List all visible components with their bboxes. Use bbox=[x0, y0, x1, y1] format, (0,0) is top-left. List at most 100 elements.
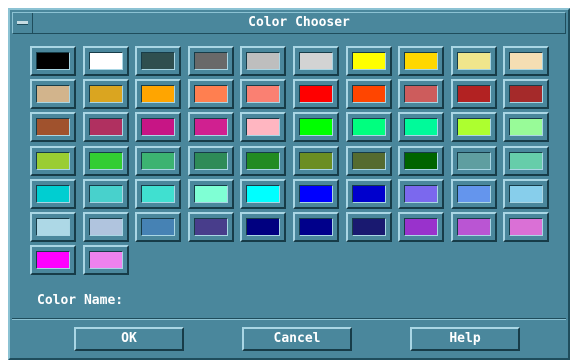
color-swatch-fill bbox=[351, 218, 386, 236]
color-swatch[interactable] bbox=[398, 145, 445, 176]
color-swatch[interactable] bbox=[450, 145, 497, 176]
window-menu-icon bbox=[17, 21, 28, 25]
color-swatch-fill bbox=[141, 85, 176, 104]
color-swatch-fill bbox=[351, 85, 386, 104]
color-swatch-fill bbox=[509, 52, 544, 70]
title-bar[interactable]: Color Chooser bbox=[12, 12, 566, 34]
color-chooser-window: Color Chooser Color Name: OK Cancel Help bbox=[8, 8, 570, 360]
color-swatch[interactable] bbox=[398, 178, 445, 209]
color-swatch-fill bbox=[299, 151, 333, 170]
window-menu-button[interactable] bbox=[13, 13, 33, 33]
color-swatch-fill bbox=[36, 151, 70, 170]
color-swatch-fill bbox=[456, 184, 491, 203]
color-swatch-fill bbox=[351, 52, 386, 70]
color-swatch-fill bbox=[299, 118, 333, 137]
color-swatch[interactable] bbox=[293, 112, 339, 143]
color-swatch[interactable] bbox=[240, 79, 287, 110]
color-swatch[interactable] bbox=[398, 212, 445, 242]
color-swatch[interactable] bbox=[293, 46, 339, 76]
color-swatch[interactable] bbox=[135, 178, 182, 209]
color-swatch[interactable] bbox=[345, 212, 392, 242]
color-swatch[interactable] bbox=[240, 46, 287, 76]
color-swatch[interactable] bbox=[82, 79, 129, 110]
color-swatch-fill bbox=[193, 151, 228, 170]
color-swatch-fill bbox=[36, 251, 70, 270]
color-swatch-fill bbox=[36, 218, 70, 236]
color-swatch-fill bbox=[141, 218, 176, 236]
color-swatch[interactable] bbox=[30, 212, 76, 242]
color-swatch-fill bbox=[141, 118, 176, 137]
color-swatch[interactable] bbox=[293, 145, 339, 176]
color-swatch[interactable] bbox=[503, 46, 550, 76]
color-swatch[interactable] bbox=[135, 46, 182, 76]
color-swatch-fill bbox=[456, 118, 491, 137]
color-swatch[interactable] bbox=[293, 212, 339, 242]
color-swatch-fill bbox=[299, 52, 333, 70]
color-swatch[interactable] bbox=[82, 46, 129, 76]
color-swatch-fill bbox=[456, 218, 491, 236]
color-swatch[interactable] bbox=[293, 178, 339, 209]
color-swatch[interactable] bbox=[135, 145, 182, 176]
color-swatch[interactable] bbox=[240, 212, 287, 242]
color-swatch[interactable] bbox=[187, 178, 234, 209]
color-swatch[interactable] bbox=[135, 79, 182, 110]
color-swatch[interactable] bbox=[345, 46, 392, 76]
color-swatch[interactable] bbox=[30, 112, 76, 143]
color-swatch[interactable] bbox=[82, 112, 129, 143]
color-swatch[interactable] bbox=[450, 212, 497, 242]
color-swatch[interactable] bbox=[30, 145, 76, 176]
color-swatch[interactable] bbox=[450, 112, 497, 143]
color-swatch[interactable] bbox=[293, 79, 339, 110]
color-swatch[interactable] bbox=[345, 178, 392, 209]
color-swatch[interactable] bbox=[82, 212, 129, 242]
color-swatch-fill bbox=[351, 184, 386, 203]
color-swatch-fill bbox=[193, 184, 228, 203]
color-swatch-fill bbox=[88, 218, 123, 236]
color-swatch[interactable] bbox=[503, 178, 550, 209]
color-swatch[interactable] bbox=[187, 112, 234, 143]
color-swatch[interactable] bbox=[187, 145, 234, 176]
color-swatch[interactable] bbox=[240, 145, 287, 176]
color-swatch[interactable] bbox=[30, 46, 76, 76]
color-swatch[interactable] bbox=[240, 112, 287, 143]
color-swatch-fill bbox=[88, 251, 123, 270]
color-swatch[interactable] bbox=[503, 212, 550, 242]
color-swatch[interactable] bbox=[30, 178, 76, 209]
color-swatch[interactable] bbox=[503, 112, 550, 143]
ok-button[interactable]: OK bbox=[74, 327, 184, 351]
color-swatch[interactable] bbox=[82, 178, 129, 209]
color-swatch[interactable] bbox=[345, 112, 392, 143]
color-swatch[interactable] bbox=[450, 46, 497, 76]
color-swatch[interactable] bbox=[398, 112, 445, 143]
color-swatch-fill bbox=[404, 218, 439, 236]
cancel-button[interactable]: Cancel bbox=[242, 327, 352, 351]
color-swatch[interactable] bbox=[450, 178, 497, 209]
color-swatch-fill bbox=[509, 85, 544, 104]
color-swatch-fill bbox=[299, 184, 333, 203]
color-swatch[interactable] bbox=[398, 79, 445, 110]
color-swatch-fill bbox=[246, 151, 281, 170]
color-swatch[interactable] bbox=[345, 79, 392, 110]
color-swatch-fill bbox=[88, 85, 123, 104]
color-swatch[interactable] bbox=[345, 145, 392, 176]
color-name-label: Color Name: bbox=[37, 293, 124, 308]
color-swatch[interactable] bbox=[450, 79, 497, 110]
color-swatch[interactable] bbox=[135, 212, 182, 242]
color-swatch[interactable] bbox=[30, 79, 76, 110]
color-swatch[interactable] bbox=[187, 46, 234, 76]
color-swatch-fill bbox=[404, 52, 439, 70]
color-swatch[interactable] bbox=[30, 245, 76, 276]
color-swatch-fill bbox=[509, 218, 544, 236]
color-swatch[interactable] bbox=[240, 178, 287, 209]
color-swatch-fill bbox=[141, 52, 176, 70]
color-swatch[interactable] bbox=[187, 212, 234, 242]
color-swatch[interactable] bbox=[82, 245, 129, 276]
color-swatch[interactable] bbox=[503, 145, 550, 176]
color-swatch[interactable] bbox=[82, 145, 129, 176]
color-swatch[interactable] bbox=[503, 79, 550, 110]
color-swatch[interactable] bbox=[135, 112, 182, 143]
color-swatch[interactable] bbox=[398, 46, 445, 76]
color-swatch-fill bbox=[36, 184, 70, 203]
help-button[interactable]: Help bbox=[410, 327, 520, 351]
color-swatch[interactable] bbox=[187, 79, 234, 110]
